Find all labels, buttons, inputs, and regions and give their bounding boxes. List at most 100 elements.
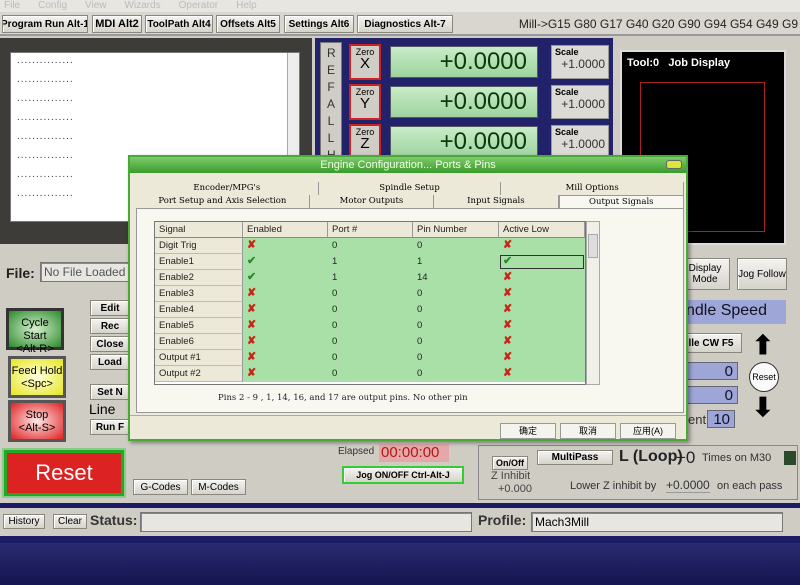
table-row[interactable]: Enable1 ✔ 1 1 ✔ bbox=[155, 254, 585, 270]
recent-file-button[interactable]: Rec bbox=[90, 318, 130, 334]
tab-motor-outputs[interactable]: Motor Outputs bbox=[309, 195, 435, 208]
spindle-cw-button[interactable]: lle CW F5 bbox=[680, 333, 742, 353]
menu-config[interactable]: Config bbox=[38, 0, 67, 11]
active-low-cell[interactable]: ✔ bbox=[499, 254, 585, 270]
pin-cell[interactable]: 0 bbox=[413, 366, 499, 382]
pin-cell[interactable]: 0 bbox=[413, 302, 499, 318]
dialog-title-bar[interactable]: Engine Configuration... Ports & Pins bbox=[130, 157, 686, 173]
active-low-cell[interactable]: ✘ bbox=[499, 302, 585, 318]
table-row[interactable]: Enable4 ✘ 0 0 ✘ bbox=[155, 302, 585, 318]
stop-button[interactable]: Stop <Alt-S> bbox=[8, 400, 66, 442]
port-cell[interactable]: 0 bbox=[328, 334, 413, 350]
signal-cell[interactable]: Enable6 bbox=[155, 334, 243, 350]
tab-output-signals[interactable]: Output Signals bbox=[558, 195, 684, 208]
tab-settings[interactable]: Settings Alt6 bbox=[284, 15, 354, 33]
menu-file[interactable]: File bbox=[4, 0, 20, 11]
tab-encoder-mpg[interactable]: Encoder/MPG's bbox=[136, 182, 319, 195]
table-row[interactable]: Enable3 ✘ 0 0 ✘ bbox=[155, 286, 585, 302]
pin-cell[interactable]: 14 bbox=[413, 270, 499, 286]
table-row[interactable]: Enable5 ✘ 0 0 ✘ bbox=[155, 318, 585, 334]
zero-x-button[interactable]: Zero X bbox=[349, 44, 381, 80]
multipass-button[interactable]: MultiPass bbox=[537, 450, 613, 465]
col-signal[interactable]: Signal bbox=[155, 222, 243, 238]
port-cell[interactable]: 0 bbox=[328, 238, 413, 254]
cancel-button[interactable]: 取消 bbox=[560, 423, 616, 439]
signal-cell[interactable]: Enable1 bbox=[155, 254, 243, 270]
active-low-cell[interactable]: ✘ bbox=[499, 318, 585, 334]
dro-x[interactable]: +0.0000 bbox=[390, 46, 538, 78]
spindle-down-icon[interactable]: ⬇ bbox=[752, 392, 774, 423]
feed-hold-button[interactable]: Feed Hold <Spc> bbox=[8, 356, 66, 398]
reset-button[interactable]: Reset bbox=[4, 450, 124, 496]
port-cell[interactable]: 1 bbox=[328, 270, 413, 286]
tab-mdi[interactable]: MDI Alt2 bbox=[92, 15, 142, 33]
run-from-here-button[interactable]: Run F bbox=[90, 419, 130, 435]
active-low-cell[interactable]: ✘ bbox=[499, 270, 585, 286]
menu-view[interactable]: View bbox=[85, 0, 107, 11]
enabled-cell[interactable]: ✘ bbox=[243, 286, 328, 302]
close-gcode-button[interactable]: Close bbox=[90, 336, 130, 352]
pin-cell[interactable]: 0 bbox=[413, 286, 499, 302]
enabled-cell[interactable]: ✔ bbox=[243, 270, 328, 286]
load-gcode-button[interactable]: Load bbox=[90, 354, 130, 370]
increment-value[interactable]: 10 bbox=[707, 410, 735, 428]
scale-value[interactable]: +1.0000 bbox=[555, 137, 605, 151]
active-low-cell[interactable]: ✘ bbox=[499, 366, 585, 382]
enabled-cell[interactable]: ✘ bbox=[243, 366, 328, 382]
edit-gcode-button[interactable]: Edit bbox=[90, 300, 130, 316]
menu-wizards[interactable]: Wizards bbox=[125, 0, 161, 11]
table-scrollbar[interactable] bbox=[586, 221, 600, 385]
signal-cell[interactable]: Digit Trig bbox=[155, 238, 243, 254]
table-row[interactable]: Enable2 ✔ 1 14 ✘ bbox=[155, 270, 585, 286]
enabled-cell[interactable]: ✘ bbox=[243, 350, 328, 366]
pin-cell[interactable]: 1 bbox=[413, 254, 499, 270]
col-active-low[interactable]: Active Low bbox=[499, 222, 585, 238]
tab-input-signals[interactable]: Input Signals bbox=[434, 195, 559, 208]
pin-cell[interactable]: 0 bbox=[413, 350, 499, 366]
scale-value[interactable]: +1.0000 bbox=[555, 97, 605, 111]
signal-cell[interactable]: Enable4 bbox=[155, 302, 243, 318]
table-row[interactable]: Output #1 ✘ 0 0 ✘ bbox=[155, 350, 585, 366]
menu-help[interactable]: Help bbox=[236, 0, 257, 11]
output-signals-table[interactable]: Signal Enabled Port # Pin Number Active … bbox=[154, 221, 586, 385]
pin-cell[interactable]: 0 bbox=[413, 238, 499, 254]
port-cell[interactable]: 0 bbox=[328, 286, 413, 302]
table-row[interactable]: Digit Trig ✘ 0 0 ✘ bbox=[155, 238, 585, 254]
jog-follow-button[interactable]: Jog Follow bbox=[737, 258, 787, 290]
loop-value[interactable]: +0 bbox=[676, 448, 695, 468]
col-enabled[interactable]: Enabled bbox=[243, 222, 328, 238]
apply-button[interactable]: 应用(A) bbox=[620, 423, 676, 439]
enabled-cell[interactable]: ✔ bbox=[243, 254, 328, 270]
active-low-cell[interactable]: ✘ bbox=[499, 286, 585, 302]
zero-y-button[interactable]: Zero Y bbox=[349, 84, 381, 120]
table-row[interactable]: Output #2 ✘ 0 0 ✘ bbox=[155, 366, 585, 382]
z-inhibit-toggle[interactable]: On/Off bbox=[492, 456, 528, 470]
scroll-thumb[interactable] bbox=[588, 234, 598, 258]
port-cell[interactable]: 0 bbox=[328, 302, 413, 318]
menu-operator[interactable]: Operator bbox=[179, 0, 218, 11]
spindle-reset-button[interactable]: Reset bbox=[749, 362, 779, 392]
col-pin[interactable]: Pin Number bbox=[413, 222, 499, 238]
lower-z-value[interactable]: +0.0000 bbox=[666, 478, 710, 493]
signal-cell[interactable]: Enable5 bbox=[155, 318, 243, 334]
dro-z[interactable]: +0.0000 bbox=[390, 126, 538, 158]
tab-port-setup[interactable]: Port Setup and Axis Selection bbox=[136, 195, 310, 208]
tab-spindle-setup[interactable]: Spindle Setup bbox=[318, 182, 502, 195]
enabled-cell[interactable]: ✘ bbox=[243, 238, 328, 254]
jog-onoff-button[interactable]: Jog ON/OFF Ctrl-Alt-J bbox=[342, 466, 464, 484]
tab-offsets[interactable]: Offsets Alt5 bbox=[216, 15, 280, 33]
cycle-start-button[interactable]: Cycle Start <Alt-R> bbox=[6, 308, 64, 355]
port-cell[interactable]: 0 bbox=[328, 366, 413, 382]
active-low-cell[interactable]: ✘ bbox=[499, 238, 585, 254]
scale-value[interactable]: +1.0000 bbox=[555, 57, 605, 71]
col-port[interactable]: Port # bbox=[328, 222, 413, 238]
dro-y[interactable]: +0.0000 bbox=[390, 86, 538, 118]
clear-button[interactable]: Clear bbox=[53, 514, 87, 529]
mcodes-button[interactable]: M-Codes bbox=[191, 479, 246, 495]
history-button[interactable]: History bbox=[3, 514, 45, 529]
gcodes-button[interactable]: G-Codes bbox=[133, 479, 188, 495]
enabled-cell[interactable]: ✘ bbox=[243, 334, 328, 350]
port-cell[interactable]: 0 bbox=[328, 318, 413, 334]
signal-cell[interactable]: Enable3 bbox=[155, 286, 243, 302]
active-low-cell[interactable]: ✘ bbox=[499, 334, 585, 350]
